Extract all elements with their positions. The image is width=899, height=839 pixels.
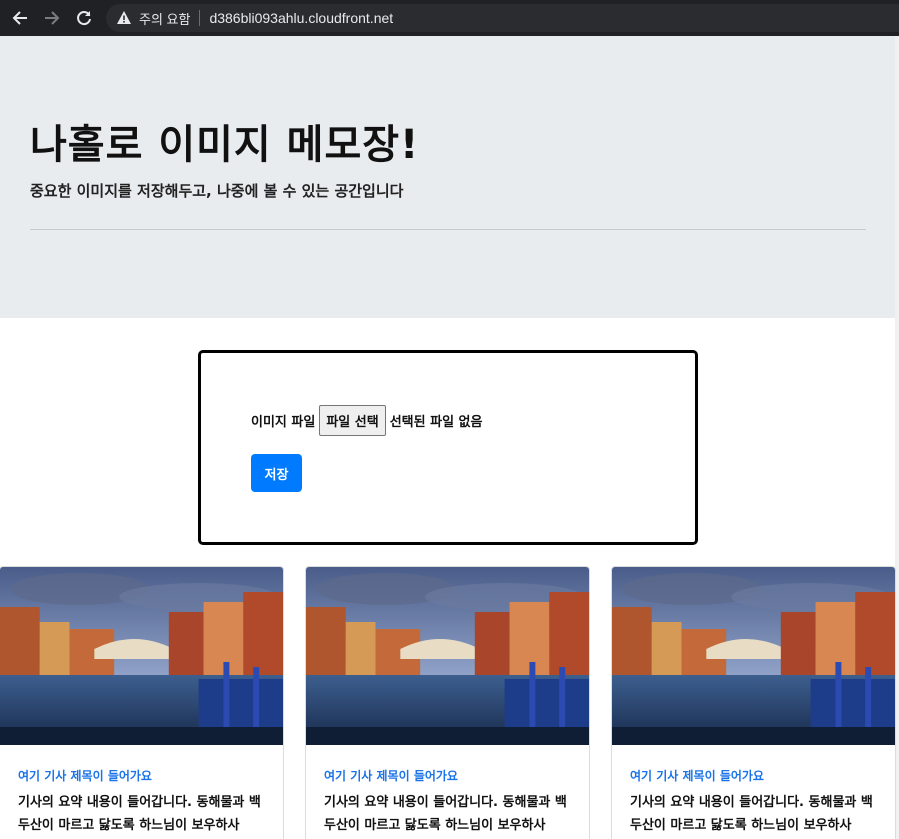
card-title[interactable]: 여기 기사 제목이 들어가요 — [324, 767, 458, 784]
page-title: 나홀로 이미지 메모장! — [30, 122, 420, 168]
card-text: 기사의 요약 내용이 들어갑니다. 동해물과 백두산이 마르고 닳도록 하느님이… — [324, 795, 567, 833]
file-input-label: 이미지 파일 — [251, 415, 316, 430]
save-button[interactable]: 저장 — [251, 454, 302, 492]
forward-arrow-icon[interactable] — [42, 8, 62, 28]
card-title[interactable]: 여기 기사 제목이 들어가요 — [630, 767, 764, 784]
card-image — [0, 567, 283, 745]
card-text: 기사의 요약 내용이 들어갑니다. 동해물과 백두산이 마르고 닳도록 하느님이… — [630, 795, 873, 833]
header-divider — [30, 229, 866, 230]
article-card[interactable]: 여기 기사 제목이 들어가요 기사의 요약 내용이 들어갑니다. 동해물과 백두… — [611, 566, 896, 839]
header-jumbotron: 나홀로 이미지 메모장! 중요한 이미지를 저장해두고, 나중에 볼 수 있는 … — [0, 36, 895, 318]
upload-form: 이미지 파일 파일 선택 선택된 파일 없음 저장 — [198, 350, 698, 545]
warning-icon[interactable] — [116, 10, 132, 26]
security-status[interactable]: 주의 요함 — [139, 9, 190, 28]
page-lead: 중요한 이미지를 저장해두고, 나중에 볼 수 있는 공간입니다 — [30, 182, 404, 200]
choose-file-button[interactable]: 파일 선택 — [319, 405, 386, 436]
address-bar[interactable]: 주의 요함 d386bli093ahlu.cloudfront.net — [106, 4, 899, 32]
card-text: 기사의 요약 내용이 들어갑니다. 동해물과 백두산이 마르고 닳도록 하느님이… — [18, 795, 261, 833]
address-divider — [199, 10, 201, 26]
article-card[interactable]: 여기 기사 제목이 들어가요 기사의 요약 내용이 들어갑니다. 동해물과 백두… — [0, 566, 284, 839]
file-input-row: 이미지 파일 파일 선택 선택된 파일 없음 — [251, 405, 482, 436]
card-image — [306, 567, 589, 745]
article-card[interactable]: 여기 기사 제목이 들어가요 기사의 요약 내용이 들어갑니다. 동해물과 백두… — [305, 566, 590, 839]
card-title[interactable]: 여기 기사 제목이 들어가요 — [18, 767, 152, 784]
browser-toolbar: 주의 요함 d386bli093ahlu.cloudfront.net — [0, 0, 899, 36]
file-status-text: 선택된 파일 없음 — [389, 415, 483, 430]
card-image — [612, 567, 895, 745]
url-text[interactable]: d386bli093ahlu.cloudfront.net — [209, 10, 393, 26]
back-arrow-icon[interactable] — [10, 8, 30, 28]
reload-icon[interactable] — [74, 8, 94, 28]
